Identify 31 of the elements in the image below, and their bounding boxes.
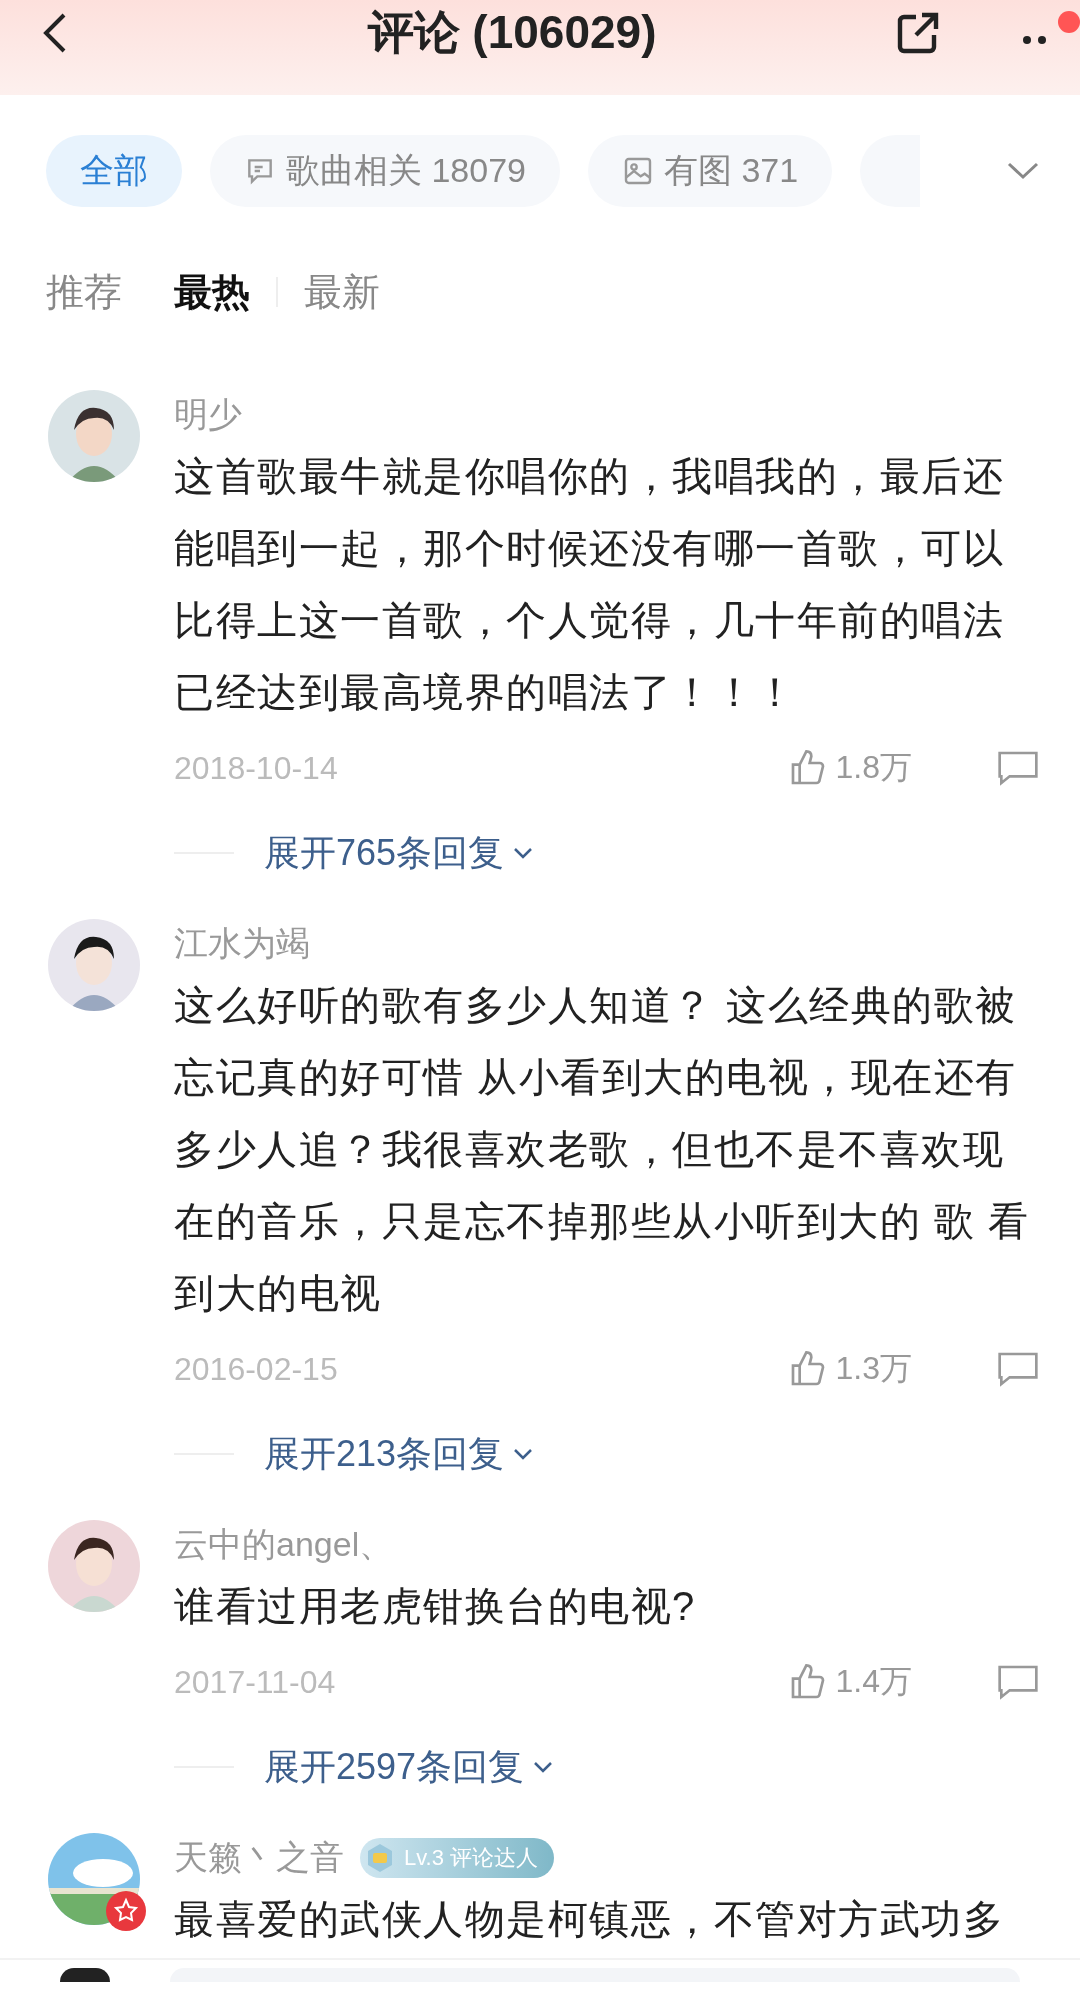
filter-chip[interactable]: 有图 371	[588, 135, 833, 207]
expand-replies-link[interactable]: 展开765条回复	[264, 828, 535, 878]
comment-date: 2018-10-14	[174, 749, 339, 787]
sort-tab[interactable]: 推荐	[46, 266, 122, 318]
user-name[interactable]: 明少	[174, 392, 242, 438]
image-icon	[622, 155, 654, 187]
chevron-down-icon	[512, 1447, 535, 1461]
comment-text: 谁看过用老虎钳换台的电视?	[174, 1583, 697, 1630]
user-name[interactable]: 天籁丶之音	[174, 1835, 344, 1881]
user-name[interactable]: 江水为竭	[174, 921, 310, 967]
expand-replies-link[interactable]: 展开2597条回复	[264, 1742, 555, 1792]
level-badge: Lv.3 评论达人	[360, 1838, 555, 1878]
sort-tab[interactable]: 最热	[174, 266, 250, 318]
comment-date: 2016-02-15	[174, 1350, 339, 1388]
user-name[interactable]: 云中的angel、	[174, 1522, 394, 1568]
chevron-down-icon	[532, 1760, 555, 1774]
expand-replies-link[interactable]: 展开213条回复	[264, 1429, 535, 1479]
more-button[interactable]	[1022, 10, 1080, 45]
page-title: 评论 (106029)	[366, 4, 658, 60]
comment-text: 这首歌最牛就是你唱你的，我唱我的，最后还能唱到一起，那个时候还没有哪一首歌，可以比得上这一首歌，个人觉得，几十年前的唱法已经达到最高境界的唱法了！！！	[174, 453, 1005, 716]
avatar-icon	[60, 1968, 110, 1982]
comment-text: 最喜爱的武侠人物是柯镇恶，不管对方武功多	[174, 1896, 1005, 1943]
like-button[interactable]: 1.3万	[787, 1347, 912, 1391]
filter-chip[interactable]: 歌曲相关 18079	[210, 135, 560, 207]
filter-chip[interactable]: 全部	[46, 135, 182, 207]
comment-text: 这么好听的歌有多少人知道？ 这么经典的歌被忘记真的好可惜 从小看到大的电视，现在还有多少人追？我很喜欢老歌，但也不是不喜欢现在的音乐，只是忘不掉那些从小听到大的 歌 看到大的电视	[174, 982, 1031, 1317]
sort-tab[interactable]: 最新	[304, 266, 380, 318]
like-button[interactable]: 1.8万	[787, 746, 912, 790]
comment-date: 2017-11-04	[174, 1663, 337, 1701]
chevron-down-icon	[512, 846, 535, 860]
like-button[interactable]: 1.4万	[787, 1660, 912, 1704]
